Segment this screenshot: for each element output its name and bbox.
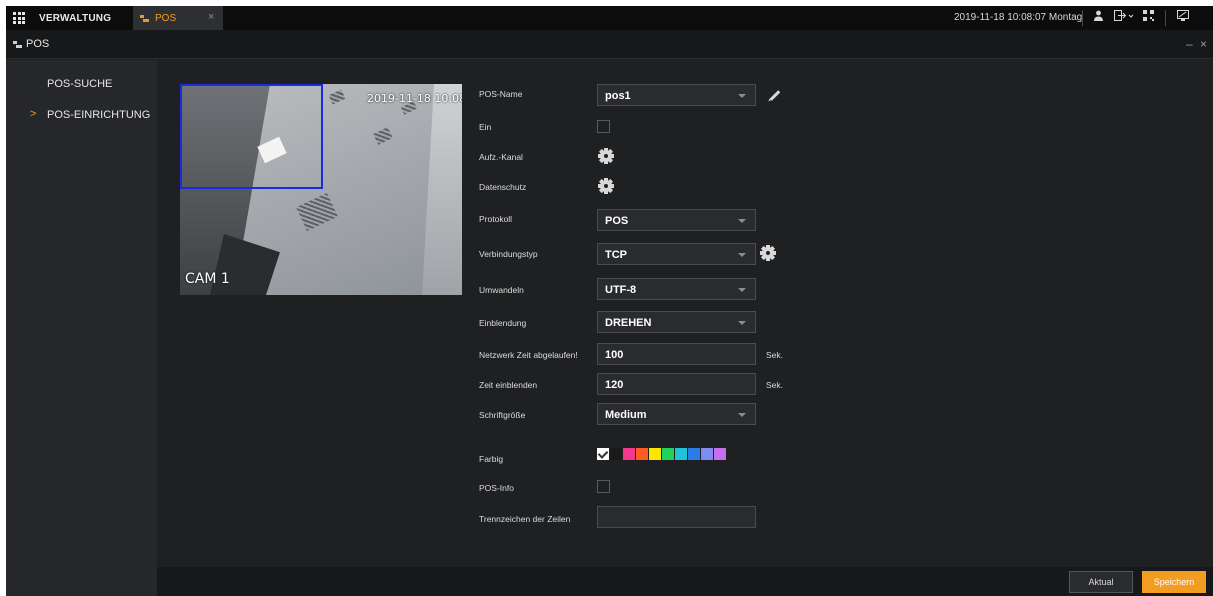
einblendung-value: DREHEN — [605, 317, 652, 329]
gear-icon[interactable] — [598, 148, 614, 164]
protokoll-select[interactable]: POS — [597, 209, 756, 231]
schriftgroesse-label: Schriftgröße — [479, 410, 526, 420]
main-menu-button[interactable]: VERWALTUNG — [6, 6, 132, 30]
pos-info-checkbox[interactable] — [597, 480, 610, 493]
divider — [1165, 10, 1166, 26]
gear-icon[interactable] — [760, 245, 776, 261]
chevron-down-icon — [738, 413, 746, 417]
roi-rectangle[interactable] — [180, 84, 323, 189]
pos-info-label: POS-Info — [479, 483, 514, 493]
qr-code-icon[interactable] — [1141, 10, 1155, 26]
datenschutz-label: Datenschutz — [479, 182, 527, 192]
video-timestamp: 2019-11-18 10:08:07 — [367, 92, 462, 105]
app-window: VERWALTUNG POS × 2019-11-18 10:08:07 Mon… — [6, 6, 1213, 596]
netzwerk-zeit-unit: Sek. — [766, 350, 784, 360]
main-menu-label: VERWALTUNG — [39, 12, 112, 24]
schriftgroesse-value: Medium — [605, 409, 647, 421]
user-icon[interactable] — [1091, 10, 1105, 26]
action-bar: Aktual Speichern — [157, 567, 1213, 596]
einblendung-select[interactable]: DREHEN — [597, 311, 756, 333]
chevron-down-icon — [738, 94, 746, 98]
save-button[interactable]: Speichern — [1142, 571, 1206, 593]
color-swatch[interactable] — [610, 448, 622, 460]
divider — [1082, 10, 1083, 26]
zeit-einblenden-unit: Sek. — [766, 380, 784, 390]
pos-icon — [13, 41, 22, 48]
trennzeichen-input[interactable] — [597, 506, 756, 528]
umwandeln-value: UTF-8 — [605, 284, 637, 296]
chevron-down-icon — [738, 253, 746, 257]
color-swatch[interactable] — [623, 448, 635, 460]
color-swatch[interactable] — [649, 448, 661, 460]
page-title-bar: POS – × — [6, 30, 1213, 59]
verbindungstyp-value: TCP — [605, 249, 627, 261]
color-swatch[interactable] — [714, 448, 726, 460]
color-swatch[interactable] — [662, 448, 674, 460]
refresh-button[interactable]: Aktual — [1069, 571, 1133, 593]
tab-close-icon[interactable]: × — [208, 11, 214, 23]
aufz-kanal-label: Aufz.-Kanal — [479, 152, 523, 162]
zeit-einblenden-value: 120 — [605, 379, 624, 391]
netzwerk-zeit-input[interactable]: 100 — [597, 343, 756, 365]
pos-name-label: POS-Name — [479, 89, 523, 99]
window-controls[interactable]: – × — [1186, 37, 1209, 51]
chevron-right-icon: > — [30, 108, 37, 120]
pos-name-select[interactable]: pos1 — [597, 84, 756, 106]
display-icon[interactable] — [1176, 10, 1190, 26]
sidebar: POS-SUCHE > POS-EINRICHTUNG — [6, 60, 157, 596]
system-datetime: 2019-11-18 10:08:07 Montag — [954, 12, 1083, 23]
zeit-einblenden-label: Zeit einblenden — [479, 380, 538, 390]
ein-checkbox[interactable] — [597, 120, 610, 133]
color-swatch[interactable] — [701, 448, 713, 460]
pos-icon — [140, 14, 149, 22]
logout-icon[interactable] — [1113, 10, 1135, 26]
pos-name-value: pos1 — [605, 90, 631, 102]
tab-pos[interactable]: POS × — [133, 6, 223, 30]
color-swatches — [597, 448, 727, 460]
verbindungstyp-select[interactable]: TCP — [597, 243, 756, 265]
color-swatch[interactable] — [688, 448, 700, 460]
einblendung-label: Einblendung — [479, 318, 527, 328]
sidebar-item-pos-suche[interactable]: POS-SUCHE — [6, 70, 157, 98]
chevron-down-icon — [738, 219, 746, 223]
color-swatch-selected[interactable] — [597, 448, 609, 460]
color-swatch[interactable] — [636, 448, 648, 460]
sidebar-item-label: POS-EINRICHTUNG — [47, 109, 151, 121]
top-bar: VERWALTUNG POS × 2019-11-18 10:08:07 Mon… — [6, 6, 1213, 30]
schriftgroesse-select[interactable]: Medium — [597, 403, 756, 425]
camera-label: CAM 1 — [185, 271, 230, 287]
tab-pos-label: POS — [155, 12, 177, 24]
sidebar-item-pos-einrichtung[interactable]: > POS-EINRICHTUNG — [6, 101, 157, 129]
page-title: POS — [26, 38, 50, 50]
grid-menu-icon — [13, 12, 25, 24]
farbig-label: Farbig — [479, 454, 504, 464]
netzwerk-zeit-value: 100 — [605, 349, 624, 361]
verbindungstyp-label: Verbindungstyp — [479, 249, 538, 259]
trennzeichen-label: Trennzeichen der Zeilen — [479, 514, 571, 524]
zeit-einblenden-input[interactable]: 120 — [597, 373, 756, 395]
protokoll-label: Protokoll — [479, 214, 513, 224]
sidebar-item-label: POS-SUCHE — [47, 78, 113, 90]
gear-icon[interactable] — [598, 178, 614, 194]
color-swatch[interactable] — [675, 448, 687, 460]
umwandeln-label: Umwandeln — [479, 285, 524, 295]
main-content: 2019-11-18 10:08:07 CAM 1 POS-Name pos1 … — [157, 60, 1213, 596]
edit-icon[interactable] — [769, 90, 781, 101]
ein-label: Ein — [479, 122, 492, 132]
chevron-down-icon — [738, 288, 746, 292]
netzwerk-zeit-label: Netzwerk Zeit abgelaufen! — [479, 350, 578, 360]
camera-preview: 2019-11-18 10:08:07 CAM 1 — [180, 84, 462, 295]
chevron-down-icon — [738, 321, 746, 325]
umwandeln-select[interactable]: UTF-8 — [597, 278, 756, 300]
protokoll-value: POS — [605, 215, 629, 227]
